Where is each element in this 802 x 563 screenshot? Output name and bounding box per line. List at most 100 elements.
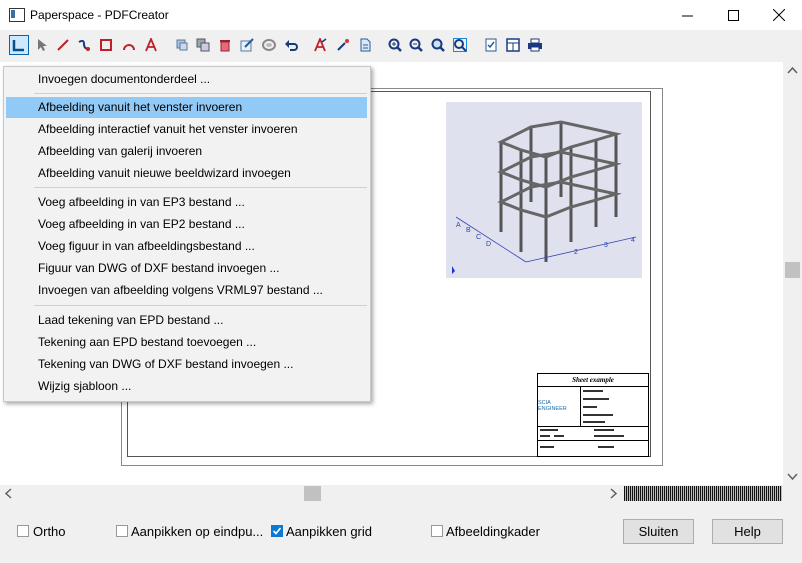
company-logo: SCIA ENGINEER <box>538 386 581 427</box>
group-tool[interactable] <box>194 36 212 54</box>
line-icon <box>57 39 69 51</box>
zoom-window-icon <box>431 38 445 52</box>
print-tool[interactable] <box>526 36 544 54</box>
menu-item-load-epd[interactable]: Laad tekening van EPD bestand ... <box>6 310 367 331</box>
menu-separator <box>34 305 367 306</box>
magic-wand-icon <box>337 39 349 51</box>
minimize-button[interactable] <box>664 0 710 30</box>
maximize-button[interactable] <box>710 0 756 30</box>
svg-text:3: 3 <box>604 242 608 249</box>
select-tool[interactable] <box>33 36 51 54</box>
edit-tool[interactable] <box>238 36 256 54</box>
image-frame-checkbox[interactable] <box>431 525 443 537</box>
document-tool[interactable] <box>356 36 374 54</box>
document-icon <box>360 38 371 52</box>
close-window-button[interactable] <box>756 0 802 30</box>
svg-text:1: 1 <box>544 255 548 262</box>
arc-tool[interactable] <box>120 36 138 54</box>
polyline-tool[interactable] <box>75 36 93 54</box>
zoom-out-tool[interactable] <box>407 36 425 54</box>
svg-text:C: C <box>476 234 481 241</box>
zoom-window-tool[interactable] <box>429 36 447 54</box>
title-block: Sheet example SCIA ENGINEER <box>537 373 649 457</box>
rectangle-icon <box>100 39 112 51</box>
menu-item-image-file[interactable]: Voeg figuur in van afbeeldingsbestand ..… <box>6 236 367 257</box>
menu-item-edit-template[interactable]: Wijzig sjabloon ... <box>6 376 367 397</box>
close-button[interactable]: Sluiten <box>623 519 694 544</box>
rectangle-tool[interactable] <box>97 36 115 54</box>
horizontal-scrollbar[interactable] <box>0 485 622 502</box>
ortho-label: Ortho <box>33 524 66 539</box>
svg-text:D: D <box>486 241 491 248</box>
menu-item-add-to-epd[interactable]: Tekening aan EPD bestand toevoegen ... <box>6 332 367 353</box>
menu-item-vrml97-file[interactable]: Invoegen van afbeelding volgens VRML97 b… <box>6 280 367 301</box>
svg-text:B: B <box>466 227 471 234</box>
zoom-all-icon <box>453 38 467 52</box>
menu-item-dwg-dxf-figure[interactable]: Figuur van DWG of DXF bestand invoegen .… <box>6 258 367 279</box>
help-button[interactable]: Help <box>712 519 783 544</box>
title-bar: Paperspace - PDFCreator <box>0 0 802 30</box>
maximize-icon <box>727 9 739 21</box>
check-tool[interactable] <box>482 36 500 54</box>
menu-item-picture-interactive[interactable]: Afbeelding interactief vanuit het venste… <box>6 119 367 140</box>
minimize-icon <box>681 15 693 16</box>
magic-wand-tool[interactable] <box>334 36 352 54</box>
insert-frame-icon <box>12 40 24 52</box>
ortho-checkbox[interactable] <box>17 525 29 537</box>
menu-separator <box>34 93 367 94</box>
scroll-up-icon <box>787 66 798 74</box>
layer-tool[interactable] <box>260 36 278 54</box>
zoom-in-icon <box>388 38 402 52</box>
layout-tool[interactable] <box>504 36 522 54</box>
snap-grid-label: Aanpikken grid <box>286 524 372 539</box>
zoom-all-tool[interactable] <box>451 36 469 54</box>
menu-item-insert-document-part[interactable]: Invoegen documentonderdeel ... <box>6 69 367 90</box>
menu-item-ep2-file[interactable]: Voeg afbeelding in van EP2 bestand ... <box>6 214 367 235</box>
menu-item-picture-from-window[interactable]: Afbeelding vanuit het venster invoeren <box>6 97 367 118</box>
delete-tool[interactable] <box>216 36 234 54</box>
snap-grid-checkbox[interactable] <box>271 525 283 537</box>
text-tool[interactable] <box>142 36 160 54</box>
vertical-scrollbar[interactable] <box>783 62 802 485</box>
menu-item-picture-wizard[interactable]: Afbeelding vanuit nieuwe beeldwizard inv… <box>6 163 367 184</box>
polyline-icon <box>78 39 90 51</box>
svg-text:A: A <box>456 222 461 229</box>
printer-icon <box>528 38 542 52</box>
title-block-row <box>538 426 648 441</box>
progress-bar <box>624 486 782 501</box>
undo-tool[interactable] <box>282 36 300 54</box>
menu-item-dwg-dxf-drawing[interactable]: Tekening van DWG of DXF bestand invoegen… <box>6 354 367 375</box>
toolbar <box>0 30 802 62</box>
menu-separator <box>34 187 367 188</box>
horizontal-scroll-thumb[interactable] <box>304 486 321 501</box>
checklist-icon <box>485 38 497 52</box>
vertical-scroll-thumb[interactable] <box>785 262 800 278</box>
structure-picture[interactable]: ABCD 1 2 3 4 <box>446 102 642 278</box>
text-a-icon <box>145 38 157 52</box>
scroll-right-icon <box>610 488 618 499</box>
line-tool[interactable] <box>54 36 72 54</box>
close-icon <box>773 9 785 21</box>
app-icon <box>9 8 25 22</box>
menu-item-ep3-file[interactable]: Voeg afbeelding in van EP3 bestand ... <box>6 192 367 213</box>
zoom-in-tool[interactable] <box>386 36 404 54</box>
svg-text:2: 2 <box>574 249 578 256</box>
structure-3d-icon: ABCD 1 2 3 4 <box>452 120 637 274</box>
arc-icon <box>123 44 135 51</box>
scroll-down-icon <box>787 473 798 481</box>
insert-picture-tool[interactable] <box>9 35 29 55</box>
progress-area <box>623 485 783 502</box>
layout-grid-icon <box>506 38 520 52</box>
undo-icon <box>285 40 298 51</box>
image-frame-label: Afbeeldingkader <box>446 524 540 539</box>
svg-text:4: 4 <box>631 237 635 244</box>
text-style-icon <box>314 38 327 52</box>
trash-icon <box>220 40 230 52</box>
snap-endpoints-checkbox[interactable] <box>116 525 128 537</box>
text-style-tool[interactable] <box>311 36 329 54</box>
arrow-cursor-icon <box>38 39 47 51</box>
menu-item-picture-from-gallery[interactable]: Afbeelding van galerij invoeren <box>6 141 367 162</box>
copy-tool[interactable] <box>173 36 191 54</box>
insert-menu: Invoegen documentonderdeel ... Afbeeldin… <box>3 66 371 402</box>
zoom-out-icon <box>409 38 423 52</box>
